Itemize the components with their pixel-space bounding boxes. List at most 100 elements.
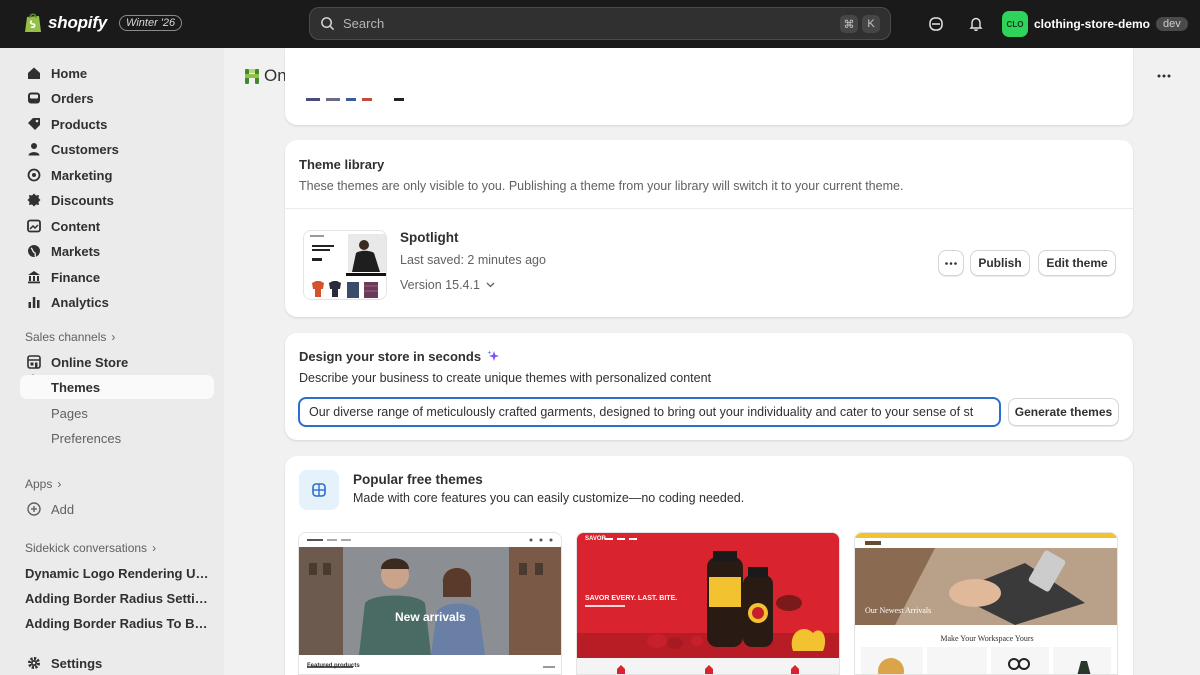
nav-settings[interactable]: Settings bbox=[20, 651, 214, 675]
nav-label: Online Store bbox=[51, 354, 129, 370]
apps-heading[interactable]: Apps › bbox=[25, 477, 61, 491]
apps-label: Apps bbox=[25, 477, 53, 491]
nav-label: Settings bbox=[51, 655, 103, 671]
nav-label: Analytics bbox=[51, 294, 109, 310]
theme-prompt-value: Our diverse range of meticulously crafte… bbox=[309, 405, 974, 419]
sidebar: Home Orders Products Customers Marketing… bbox=[0, 48, 224, 675]
theme-caption: SAVOR EVERY. LAST. BITE. bbox=[585, 595, 678, 602]
conversation-item[interactable]: Dynamic Logo Rendering Using Theme Setti… bbox=[25, 566, 211, 581]
search-icon bbox=[321, 17, 335, 31]
publish-button[interactable]: Publish bbox=[970, 250, 1030, 276]
design-title: Design your store in seconds bbox=[299, 349, 482, 364]
theme-version-dropdown[interactable]: Version 15.4.1 bbox=[400, 278, 495, 292]
nav-content[interactable]: Content bbox=[20, 214, 214, 238]
nav-label: Content bbox=[51, 218, 101, 234]
person-icon bbox=[26, 141, 42, 157]
search-shortcut: ⌘ K bbox=[840, 15, 880, 33]
nav-label: Marketing bbox=[51, 167, 113, 183]
popular-title: Popular free themes bbox=[353, 472, 483, 487]
nav-products[interactable]: Products bbox=[20, 112, 214, 136]
page-more-actions-button[interactable] bbox=[1153, 66, 1175, 86]
nav-label: Products bbox=[51, 116, 108, 132]
generate-themes-button[interactable]: Generate themes bbox=[1008, 398, 1119, 426]
shopify-logo[interactable]: shopify Winter '26 bbox=[24, 12, 183, 33]
theme-version: Version 15.4.1 bbox=[400, 278, 480, 292]
sales-channels-heading[interactable]: Sales channels › bbox=[25, 330, 115, 344]
theme-library-title: Theme library bbox=[299, 157, 385, 172]
search-bar[interactable]: Search ⌘ K bbox=[309, 7, 891, 40]
sidekick-heading[interactable]: Sidekick conversations › bbox=[25, 541, 156, 555]
edit-theme-button[interactable]: Edit theme bbox=[1038, 250, 1116, 276]
theme-card-tinker[interactable]: Our Newest Arrivals Make Your Workspace … bbox=[854, 532, 1118, 675]
more-horizontal-icon bbox=[945, 261, 957, 265]
tag-icon bbox=[26, 116, 42, 132]
store-avatar: CLO bbox=[1002, 11, 1028, 37]
sidekick-label: Sidekick conversations bbox=[25, 541, 148, 555]
theme-card-horizon[interactable]: New arrivals Featured products bbox=[298, 532, 562, 675]
store-name: clothing-store-demo bbox=[1034, 17, 1150, 31]
spotlight-thumbnail[interactable] bbox=[303, 230, 387, 300]
plus-circle-icon bbox=[26, 501, 42, 517]
nav-customers[interactable]: Customers bbox=[20, 137, 214, 161]
divider bbox=[285, 208, 1133, 209]
color-swatches bbox=[306, 98, 404, 101]
sales-channels-label: Sales channels bbox=[25, 330, 107, 344]
design-title-row: Design your store in seconds bbox=[299, 349, 500, 364]
chevron-down-icon bbox=[486, 282, 495, 288]
nav-analytics[interactable]: Analytics bbox=[20, 290, 214, 314]
season-badge: Winter '26 bbox=[119, 14, 183, 31]
gear-icon bbox=[26, 655, 42, 671]
theme-subtitle: Make Your Workspace Yours bbox=[940, 634, 1034, 643]
nav-label: Markets bbox=[51, 243, 101, 259]
home-icon bbox=[26, 65, 42, 81]
online-store-icon bbox=[245, 68, 259, 84]
design-description: Describe your business to create unique … bbox=[299, 371, 712, 385]
sidekick-icon[interactable] bbox=[926, 14, 946, 34]
conversation-item[interactable]: Adding Border Radius To Button bbox=[25, 616, 211, 631]
nav-preferences[interactable]: Preferences bbox=[20, 426, 214, 450]
discount-icon bbox=[26, 192, 42, 208]
conversation-item[interactable]: Adding Border Radius Setting to Theme bbox=[25, 591, 211, 606]
nav-marketing[interactable]: Marketing bbox=[20, 163, 214, 187]
nav-add-app[interactable]: Add bbox=[20, 497, 214, 521]
nav-discounts[interactable]: Discounts bbox=[20, 188, 214, 212]
design-store-card: Design your store in seconds Describe yo… bbox=[285, 333, 1133, 440]
shopify-bag-icon bbox=[25, 13, 41, 32]
theme-library-description: These themes are only visible to you. Pu… bbox=[299, 179, 904, 193]
nav-label: Home bbox=[51, 65, 88, 81]
theme-caption: Our Newest Arrivals bbox=[865, 606, 932, 615]
shortcut-key-k: K bbox=[862, 15, 880, 33]
nav-orders[interactable]: Orders bbox=[20, 86, 214, 110]
theme-footer-text: Featured products bbox=[307, 663, 360, 669]
globe-icon bbox=[26, 243, 42, 259]
search-placeholder: Search bbox=[343, 16, 385, 31]
chevron-right-icon: › bbox=[57, 477, 62, 491]
theme-actions-button[interactable] bbox=[938, 250, 964, 276]
theme-store-icon bbox=[299, 470, 339, 510]
popular-description: Made with core features you can easily c… bbox=[353, 491, 745, 505]
sparkle-icon bbox=[487, 350, 500, 361]
nav-pages[interactable]: Pages bbox=[20, 401, 214, 425]
theme-caption: New arrivals bbox=[395, 610, 466, 624]
nav-label: Preferences bbox=[51, 430, 122, 446]
nav-label: Add bbox=[51, 501, 75, 517]
bell-icon[interactable] bbox=[966, 14, 986, 34]
nav-online-store[interactable]: Online Store bbox=[20, 350, 214, 374]
nav-label: Discounts bbox=[51, 192, 114, 208]
shortcut-key-cmd: ⌘ bbox=[840, 15, 858, 33]
nav-themes[interactable]: Themes bbox=[20, 375, 214, 399]
theme-preview-image bbox=[577, 533, 839, 674]
chevron-right-icon: › bbox=[111, 330, 116, 344]
theme-preview-image bbox=[299, 533, 561, 674]
target-icon bbox=[26, 167, 42, 183]
theme-card-savor[interactable]: SAVOR SAVOR EVERY. LAST. BITE. bbox=[576, 532, 840, 675]
nav-markets[interactable]: Markets bbox=[20, 239, 214, 263]
theme-prompt-input[interactable]: Our diverse range of meticulously crafte… bbox=[298, 397, 1001, 427]
chart-icon bbox=[26, 294, 42, 310]
nav-home[interactable]: Home bbox=[20, 61, 214, 85]
store-switcher[interactable]: CLO clothing-store-demo dev bbox=[1002, 11, 1188, 37]
theme-preview-image bbox=[304, 231, 386, 299]
nav-finance[interactable]: Finance bbox=[20, 265, 214, 289]
nav-label: Themes bbox=[51, 379, 101, 395]
current-theme-card bbox=[285, 48, 1133, 125]
